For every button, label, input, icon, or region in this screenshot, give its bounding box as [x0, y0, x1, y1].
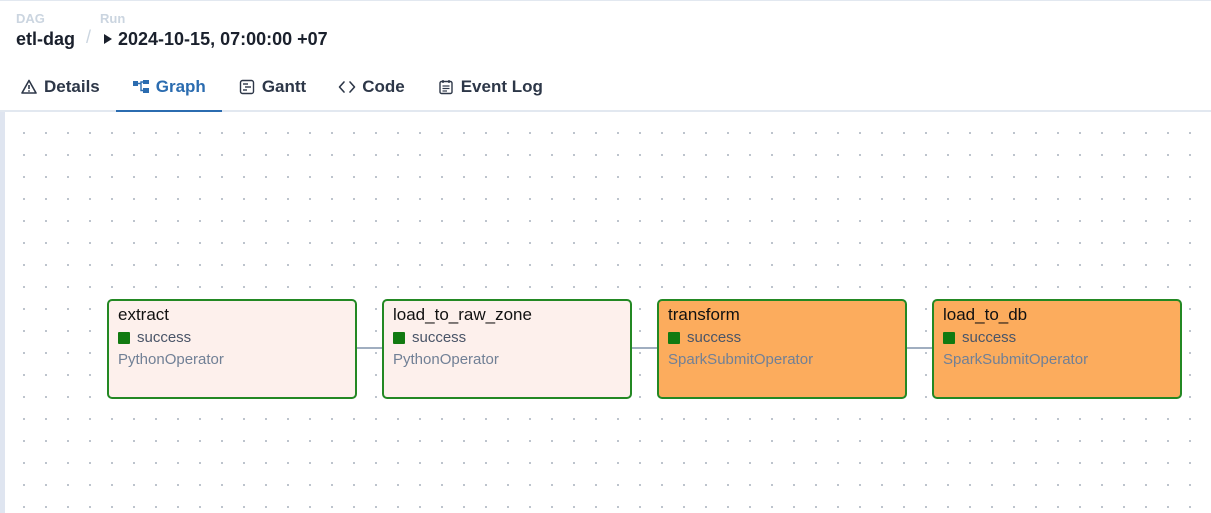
task-name: load_to_raw_zone: [393, 305, 532, 324]
graph-canvas[interactable]: extract success PythonOperator load_to_r…: [0, 112, 1211, 513]
tab-event-log[interactable]: Event Log: [421, 64, 559, 110]
task-node-transform[interactable]: transform success SparkSubmitOperator: [657, 299, 907, 399]
task-state-label: success: [962, 329, 1017, 346]
task-name: transform: [668, 305, 740, 324]
task-state: success: [118, 329, 346, 347]
graph-edge: [355, 347, 383, 349]
graph-icon: [132, 78, 150, 96]
task-operator: SparkSubmitOperator: [668, 351, 814, 368]
task-state: success: [668, 329, 896, 347]
tab-event-log-label: Event Log: [460, 77, 543, 96]
breadcrumb-dag-label: DAG: [16, 11, 45, 26]
tab-details-label: Details: [44, 77, 100, 96]
tab-code-label: Code: [362, 77, 405, 96]
task-state-label: success: [137, 329, 192, 346]
tab-gantt[interactable]: Gantt: [222, 64, 322, 110]
graph-edge: [905, 347, 933, 349]
task-name: extract: [118, 305, 170, 324]
breadcrumb-run-label: Run: [100, 11, 126, 26]
task-operator: SparkSubmitOperator: [943, 351, 1089, 368]
graph-edge: [630, 347, 658, 349]
task-state: success: [943, 329, 1171, 347]
task-state-label: success: [687, 329, 742, 346]
breadcrumb-separator: /: [86, 27, 92, 47]
warning-triangle-icon: [20, 78, 38, 96]
tab-details[interactable]: Details: [0, 64, 116, 110]
event-log-icon: [437, 78, 455, 96]
breadcrumb-dag[interactable]: DAG etl-dag: [16, 12, 75, 50]
task-operator: PythonOperator: [118, 351, 224, 368]
task-node-load-to-raw-zone[interactable]: load_to_raw_zone success PythonOperator: [382, 299, 632, 399]
success-status-icon: [118, 332, 130, 344]
task-state-label: success: [412, 329, 467, 346]
tab-bar: Details Graph Gantt Code Event Log: [0, 64, 1211, 112]
page-header: DAG etl-dag / Run 2024-10-15, 07:00:00 +…: [0, 0, 1211, 58]
task-state: success: [393, 329, 621, 347]
success-status-icon: [668, 332, 680, 344]
gantt-icon: [238, 78, 256, 96]
task-operator: PythonOperator: [393, 351, 499, 368]
tab-gantt-label: Gantt: [261, 77, 307, 96]
breadcrumb-dag-value[interactable]: etl-dag: [16, 28, 75, 50]
task-name: load_to_db: [943, 305, 1028, 324]
task-node-extract[interactable]: extract success PythonOperator: [107, 299, 357, 399]
tab-code[interactable]: Code: [322, 64, 421, 110]
task-node-load-to-db[interactable]: load_to_db success SparkSubmitOperator: [932, 299, 1182, 399]
breadcrumb-run[interactable]: Run 2024-10-15, 07:00:00 +07: [100, 12, 328, 50]
code-icon: [338, 78, 356, 96]
success-status-icon: [943, 332, 955, 344]
tab-graph[interactable]: Graph: [115, 64, 222, 112]
breadcrumb-run-value[interactable]: 2024-10-15, 07:00:00 +07: [118, 28, 328, 50]
success-status-icon: [393, 332, 405, 344]
play-icon: [104, 34, 112, 44]
tab-graph-label: Graph: [155, 77, 206, 96]
